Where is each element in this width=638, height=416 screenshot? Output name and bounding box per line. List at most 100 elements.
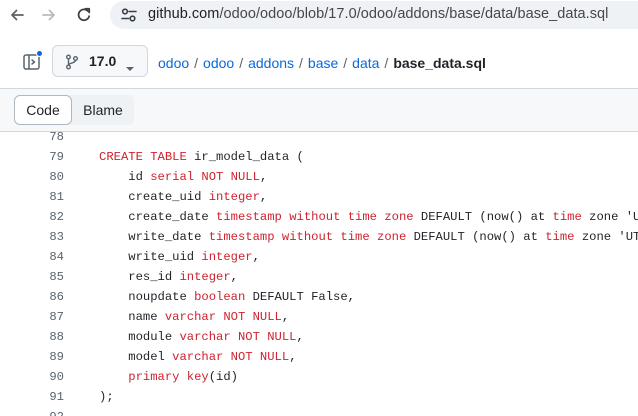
code-line: 81 create_uid integer, bbox=[0, 187, 638, 207]
code-line: 84 write_uid integer, bbox=[0, 247, 638, 267]
code-keyword: integer bbox=[208, 190, 260, 204]
line-number[interactable]: 80 bbox=[0, 167, 64, 187]
breadcrumb-separator: / bbox=[194, 55, 199, 71]
code-keyword: time bbox=[545, 230, 575, 244]
code-text: write_date timestamp without time zone D… bbox=[99, 227, 638, 247]
line-number[interactable]: 84 bbox=[0, 247, 64, 267]
code-token: , bbox=[259, 170, 268, 184]
line-number[interactable]: 90 bbox=[0, 367, 64, 387]
code-token: zone 'UTC'), bbox=[581, 230, 638, 244]
line-number[interactable]: 92 bbox=[0, 407, 64, 416]
code-token: zone 'UTC'), bbox=[589, 210, 638, 224]
code-token: , bbox=[259, 190, 268, 204]
code-token: create_date bbox=[99, 210, 217, 224]
code-keyword: NOT NULL bbox=[201, 170, 260, 184]
url-text: github.com/odoo/odoo/blob/17.0/odoo/addo… bbox=[148, 6, 608, 22]
chevron-down-icon bbox=[125, 59, 135, 77]
code-listing: 78 79 CREATE TABLE ir_model_data ( 80 id se… bbox=[0, 132, 638, 416]
address-bar[interactable]: github.com/odoo/odoo/blob/17.0/odoo/addo… bbox=[110, 1, 638, 29]
code-text: ); bbox=[99, 387, 114, 407]
code-text: create_date timestamp without time zone … bbox=[99, 207, 638, 227]
code-token: , bbox=[252, 250, 260, 264]
code-line: 83 write_date timestamp without time zon… bbox=[0, 227, 638, 247]
code-keyword: NOT NULL bbox=[237, 330, 297, 344]
code-token: , bbox=[281, 310, 290, 324]
notification-dot bbox=[36, 50, 43, 57]
code-keyword: timestamp bbox=[216, 210, 282, 224]
line-number[interactable]: 88 bbox=[0, 327, 64, 347]
code-keyword: NOT NULL bbox=[223, 310, 282, 324]
code-token: ); bbox=[99, 390, 114, 404]
code-text: id serial NOT NULL, bbox=[99, 167, 267, 187]
code-token: write_date bbox=[99, 230, 209, 244]
line-number[interactable]: 81 bbox=[0, 187, 64, 207]
breadcrumb-link-base[interactable]: base bbox=[308, 55, 338, 71]
code-keyword: boolean bbox=[194, 290, 246, 304]
line-number[interactable]: 86 bbox=[0, 287, 64, 307]
code-line: 82 create_date timestamp without time zo… bbox=[0, 207, 638, 227]
code-keyword: CREATE TABLE bbox=[99, 150, 195, 164]
code-token: DEFAULT False, bbox=[245, 290, 355, 304]
file-header: 17.0 odoo / odoo / addons / base / data / base_dat… bbox=[0, 38, 638, 88]
code-token: DEFAULT (now() at bbox=[406, 230, 546, 244]
breadcrumb: odoo / odoo / addons / base / data / base_data.sql bbox=[158, 55, 486, 71]
code-view-button[interactable]: Code bbox=[14, 95, 72, 125]
line-number[interactable]: 79 bbox=[0, 147, 64, 167]
line-number[interactable]: 85 bbox=[0, 267, 64, 287]
code-token: res_id bbox=[99, 270, 180, 284]
code-text: model varchar NOT NULL, bbox=[99, 347, 296, 367]
code-keyword: without bbox=[281, 230, 334, 244]
blame-view-button[interactable]: Blame bbox=[72, 95, 134, 125]
breadcrumb-link-data[interactable]: data bbox=[352, 55, 379, 71]
back-arrow-icon[interactable] bbox=[6, 4, 28, 26]
site-settings-icon[interactable] bbox=[120, 7, 138, 28]
code-keyword: time bbox=[340, 230, 370, 244]
code-token: create_uid bbox=[99, 190, 209, 204]
line-number[interactable]: 78 bbox=[0, 132, 64, 147]
code-line: 92 bbox=[0, 407, 638, 416]
breadcrumb-link-odoo[interactable]: odoo bbox=[203, 55, 234, 71]
line-number[interactable]: 87 bbox=[0, 307, 64, 327]
code-text: noupdate boolean DEFAULT False, bbox=[99, 287, 355, 307]
code-text: name varchar NOT NULL, bbox=[99, 307, 289, 327]
code-text: CREATE TABLE ir_model_data ( bbox=[99, 147, 304, 167]
code-line: 78 bbox=[0, 132, 638, 147]
code-keyword: integer bbox=[201, 250, 253, 264]
code-token: model bbox=[99, 350, 173, 364]
code-keyword: NOT NULL bbox=[230, 350, 290, 364]
browser-toolbar: github.com/odoo/odoo/blob/17.0/odoo/addo… bbox=[0, 0, 638, 30]
branch-selector-button[interactable]: 17.0 bbox=[52, 45, 148, 77]
code-keyword: varchar bbox=[179, 330, 231, 344]
breadcrumb-link-repo[interactable]: odoo bbox=[158, 55, 189, 71]
code-token: id bbox=[99, 170, 151, 184]
code-keyword: zone bbox=[377, 230, 407, 244]
code-keyword: time bbox=[347, 210, 377, 224]
line-number[interactable]: 83 bbox=[0, 227, 64, 247]
code-keyword: primary key bbox=[128, 370, 209, 384]
code-keyword: timestamp bbox=[208, 230, 275, 244]
code-text: module varchar NOT NULL, bbox=[99, 327, 304, 347]
line-number[interactable]: 82 bbox=[0, 207, 64, 227]
breadcrumb-separator: / bbox=[343, 55, 348, 71]
reload-icon[interactable] bbox=[73, 4, 95, 26]
code-text: create_uid integer, bbox=[99, 187, 267, 207]
breadcrumb-current-file: base_data.sql bbox=[393, 55, 486, 71]
code-keyword: without bbox=[289, 210, 341, 224]
file-view-toolbar: Code Blame bbox=[0, 88, 638, 132]
breadcrumb-separator: / bbox=[384, 55, 389, 71]
line-number[interactable]: 89 bbox=[0, 347, 64, 367]
view-mode-toggle: Code Blame bbox=[14, 95, 134, 125]
line-number[interactable]: 91 bbox=[0, 387, 64, 407]
forward-arrow-icon[interactable] bbox=[38, 4, 60, 26]
code-text: res_id integer, bbox=[99, 267, 238, 287]
breadcrumb-link-addons[interactable]: addons bbox=[248, 55, 294, 71]
code-line: 88 module varchar NOT NULL, bbox=[0, 327, 638, 347]
code-line: 89 model varchar NOT NULL, bbox=[0, 347, 638, 367]
code-line: 85 res_id integer, bbox=[0, 267, 638, 287]
